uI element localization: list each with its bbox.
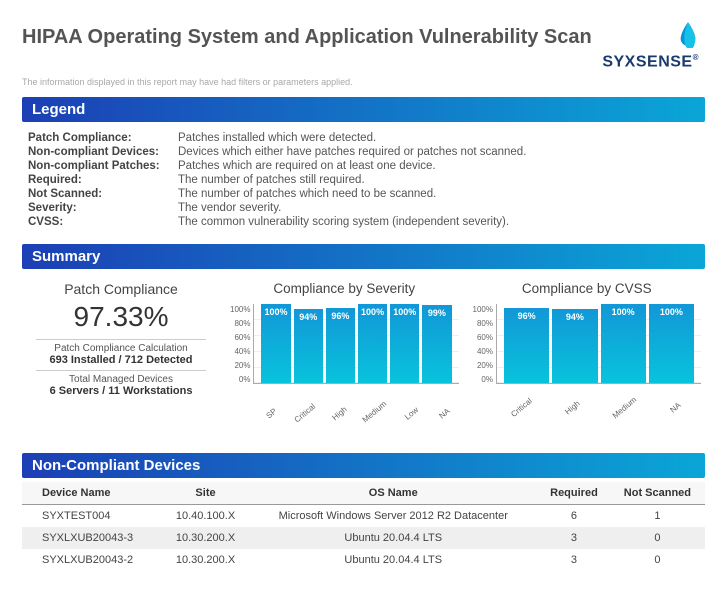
x-axis: SPCriticalHighMediumLowNA	[230, 414, 459, 433]
severity-chart: Compliance by Severity 100%80%60%40%20%0…	[230, 277, 459, 433]
table-header: Not Scanned	[610, 482, 705, 505]
brand-block: SYXSENSE®	[602, 20, 699, 71]
patch-compliance-title: Patch Compliance	[26, 281, 216, 297]
legend-row: Patch Compliance:Patches installed which…	[28, 132, 699, 144]
legend-def: Patches which are required on at least o…	[178, 160, 699, 172]
chart-bar: 100%	[358, 304, 387, 383]
chart-plot: 100%94%96%100%100%99%	[253, 304, 458, 384]
noncompliant-table: Device NameSiteOS NameRequiredNot Scanne…	[22, 482, 705, 571]
devices-label: Total Managed Devices	[36, 374, 206, 385]
table-cell: SYXLXUB20043-3	[22, 527, 163, 549]
bar-label: 100%	[358, 307, 387, 317]
table-cell: 3	[538, 549, 610, 571]
droplet-icon	[677, 20, 699, 48]
bar-label: 100%	[390, 307, 419, 317]
bar-label: 100%	[261, 307, 290, 317]
patch-compliance-value: 97.33%	[26, 301, 216, 333]
chart-bar: 100%	[601, 304, 646, 383]
cvss-chart: Compliance by CVSS 100%80%60%40%20%0%96%…	[473, 277, 702, 433]
disclaimer-text: The information displayed in this report…	[22, 77, 705, 87]
legend-row: CVSS:The common vulnerability scoring sy…	[28, 216, 699, 228]
chart-plot: 96%94% 100%100%	[496, 304, 701, 384]
table-cell: 10.30.200.X	[163, 527, 249, 549]
legend-term: Not Scanned:	[28, 188, 178, 200]
table-cell: 10.30.200.X	[163, 549, 249, 571]
legend-term: Required:	[28, 174, 178, 186]
legend-row: Non-compliant Patches:Patches which are …	[28, 160, 699, 172]
calc-label: Patch Compliance Calculation	[36, 343, 206, 354]
table-cell: 1	[610, 505, 705, 528]
severity-chart-title: Compliance by Severity	[230, 281, 459, 296]
table-header: Device Name	[22, 482, 163, 505]
bar-label: 100%	[601, 307, 646, 317]
table-cell: 0	[610, 549, 705, 571]
calc-value: 693 Installed / 712 Detected	[36, 354, 206, 366]
legend-term: Non-compliant Devices:	[28, 146, 178, 158]
table-header: Required	[538, 482, 610, 505]
table-header: OS Name	[248, 482, 538, 505]
table-cell: 10.40.100.X	[163, 505, 249, 528]
chart-bar: 100%	[649, 304, 694, 383]
section-summary: Summary	[22, 244, 705, 269]
patch-compliance-metric: Patch Compliance 97.33% Patch Compliance…	[26, 277, 216, 433]
chart-bar: 94%	[294, 309, 323, 383]
table-cell: Ubuntu 20.04.4 LTS	[248, 527, 538, 549]
table-cell: SYXTEST004	[22, 505, 163, 528]
x-axis: CriticalHighMediumNA	[473, 414, 702, 433]
bar-label: 94%	[552, 312, 597, 322]
legend-def: The vendor severity.	[178, 202, 699, 214]
legend-def: Devices which either have patches requir…	[178, 146, 699, 158]
table-row: SYXLXUB20043-210.30.200.XUbuntu 20.04.4 …	[22, 549, 705, 571]
y-axis: 100%80%60%40%20%0%	[473, 304, 496, 384]
legend-term: CVSS:	[28, 216, 178, 228]
bar-label: 96%	[504, 311, 549, 321]
legend-term: Severity:	[28, 202, 178, 214]
legend-row: Required:The number of patches still req…	[28, 174, 699, 186]
table-cell: 6	[538, 505, 610, 528]
bar-label: 100%	[649, 307, 694, 317]
legend-term: Non-compliant Patches:	[28, 160, 178, 172]
chart-bar: 100%	[261, 304, 290, 383]
legend-row: Not Scanned:The number of patches which …	[28, 188, 699, 200]
table-row: SYXTEST00410.40.100.XMicrosoft Windows S…	[22, 505, 705, 528]
chart-bar: 94%	[552, 309, 597, 383]
chart-bar: 100%	[390, 304, 419, 383]
table-cell: Microsoft Windows Server 2012 R2 Datacen…	[248, 505, 538, 528]
table-row: SYXLXUB20043-310.30.200.XUbuntu 20.04.4 …	[22, 527, 705, 549]
chart-bar: 96%	[504, 308, 549, 384]
bar-label: 94%	[294, 312, 323, 322]
table-cell: 0	[610, 527, 705, 549]
section-noncompliant: Non-Compliant Devices	[22, 453, 705, 478]
legend-row: Non-compliant Devices:Devices which eith…	[28, 146, 699, 158]
page-title: HIPAA Operating System and Application V…	[22, 26, 592, 49]
y-axis: 100%80%60%40%20%0%	[230, 304, 253, 384]
legend-def: The number of patches still required.	[178, 174, 699, 186]
chart-bar: 96%	[326, 308, 355, 384]
table-cell: 3	[538, 527, 610, 549]
chart-bar: 99%	[422, 305, 451, 383]
section-legend: Legend	[22, 97, 705, 122]
legend-def: The common vulnerability scoring system …	[178, 216, 699, 228]
table-cell: SYXLXUB20043-2	[22, 549, 163, 571]
legend-row: Severity:The vendor severity.	[28, 202, 699, 214]
legend-def: The number of patches which need to be s…	[178, 188, 699, 200]
table-header: Site	[163, 482, 249, 505]
legend-block: Patch Compliance:Patches installed which…	[22, 122, 705, 234]
devices-value: 6 Servers / 11 Workstations	[36, 385, 206, 397]
legend-term: Patch Compliance:	[28, 132, 178, 144]
cvss-chart-title: Compliance by CVSS	[473, 281, 702, 296]
table-cell: Ubuntu 20.04.4 LTS	[248, 549, 538, 571]
bar-label: 96%	[326, 311, 355, 321]
brand-name: SYXSENSE®	[602, 53, 699, 71]
bar-label: 99%	[422, 308, 451, 318]
legend-def: Patches installed which were detected.	[178, 132, 699, 144]
